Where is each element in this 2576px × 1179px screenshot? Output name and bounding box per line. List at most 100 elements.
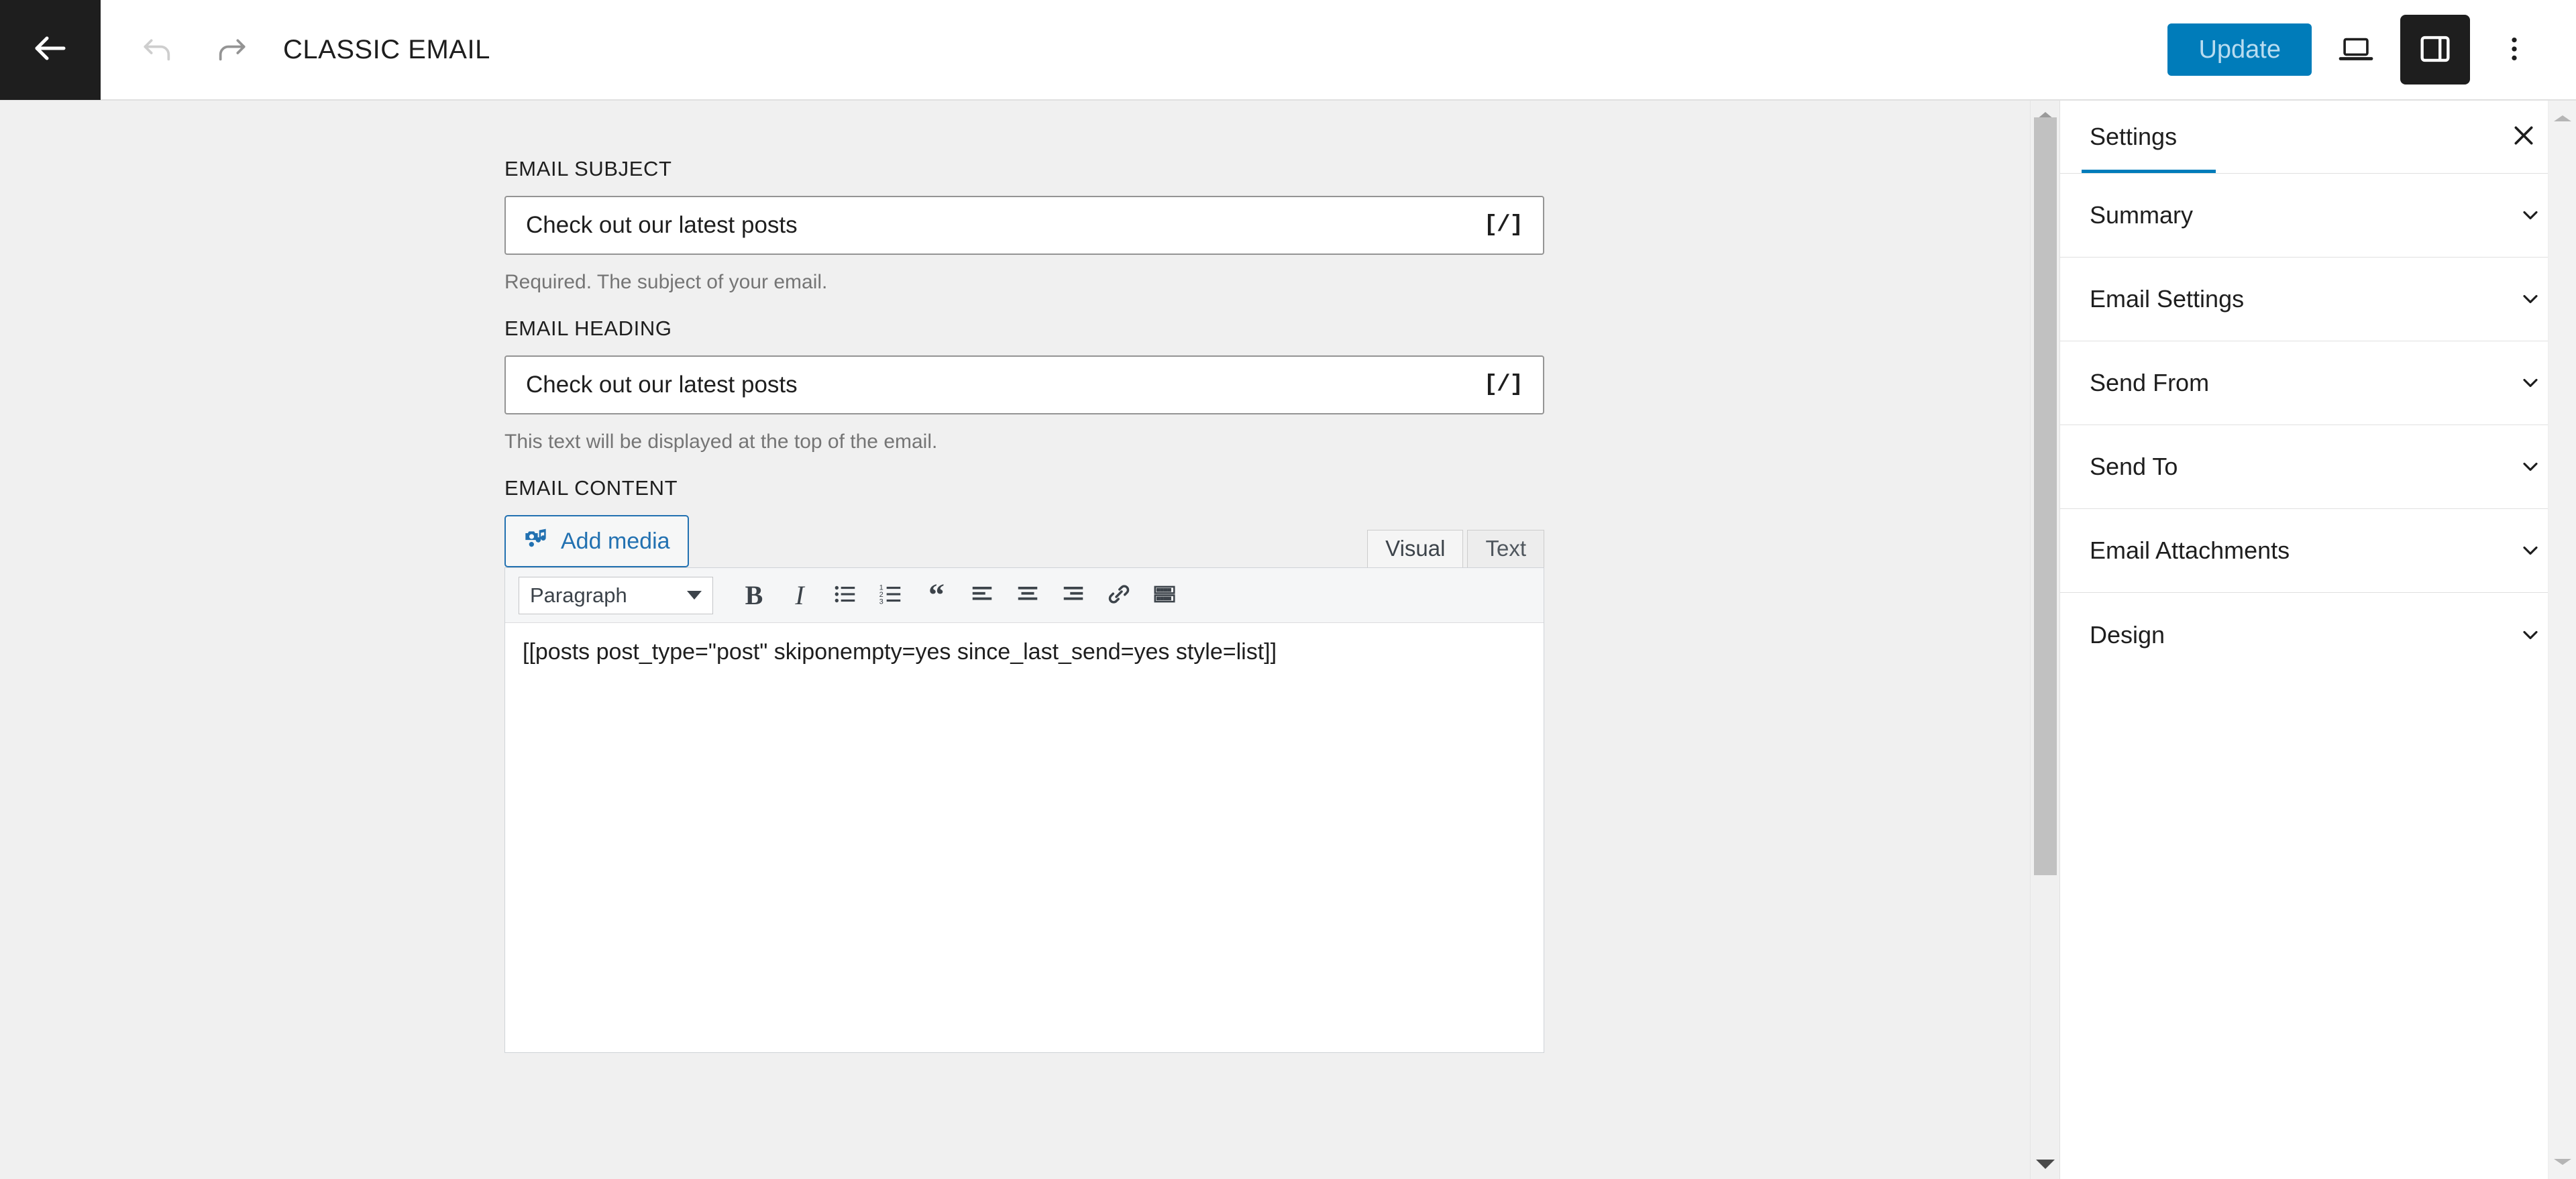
chevron-down-icon bbox=[2516, 620, 2545, 650]
editor-app: CLASSIC EMAIL Update EMAIL SUBJECT Check… bbox=[0, 0, 2576, 1179]
editor-header: CLASSIC EMAIL Update bbox=[0, 0, 2576, 101]
sidebar-section-email-settings[interactable]: Email Settings bbox=[2060, 258, 2576, 341]
insert-link-icon bbox=[1106, 581, 1132, 609]
close-icon bbox=[2510, 122, 2537, 152]
bulleted-list-button[interactable] bbox=[824, 575, 866, 616]
email-subject-value: Check out our latest posts bbox=[526, 212, 798, 238]
update-button[interactable]: Update bbox=[2167, 23, 2312, 76]
email-content-block: EMAIL CONTENT Add media Visual Text Para… bbox=[504, 476, 1544, 1053]
undo-icon bbox=[139, 30, 176, 70]
scroll-up-arrow-icon[interactable] bbox=[2548, 105, 2576, 131]
tab-settings[interactable]: Settings bbox=[2090, 123, 2177, 151]
undo-button[interactable] bbox=[121, 13, 195, 87]
align-left-icon bbox=[969, 581, 995, 609]
insert-link-button[interactable] bbox=[1098, 575, 1140, 616]
scroll-down-arrow-icon[interactable] bbox=[2548, 1148, 2576, 1175]
settings-panel-header: Settings bbox=[2060, 101, 2576, 173]
classic-editor: Paragraph B I 1 2 3 “ [[posts post_type=… bbox=[504, 567, 1544, 1053]
main-editor-region: EMAIL SUBJECT Check out our latest posts… bbox=[0, 101, 2059, 1179]
blockquote-button[interactable]: “ bbox=[916, 575, 957, 616]
italic-icon: I bbox=[795, 579, 804, 610]
bold-button[interactable]: B bbox=[733, 575, 775, 616]
insert-shortcode-icon[interactable]: [/] bbox=[1473, 372, 1523, 398]
media-camera-music-icon bbox=[523, 525, 550, 558]
bulleted-list-icon bbox=[833, 581, 858, 609]
align-center-icon bbox=[1015, 581, 1040, 609]
laptop-preview-icon bbox=[2337, 30, 2375, 70]
editor-scroll-content: EMAIL SUBJECT Check out our latest posts… bbox=[0, 101, 2043, 1053]
close-settings-button[interactable] bbox=[2502, 115, 2545, 158]
blockquote-icon: “ bbox=[928, 577, 945, 613]
email-heading-input[interactable]: Check out our latest posts [/] bbox=[504, 355, 1544, 414]
align-right-button[interactable] bbox=[1053, 575, 1094, 616]
add-media-button[interactable]: Add media bbox=[504, 515, 689, 567]
sidebar-section-email-attachments[interactable]: Email Attachments bbox=[2060, 509, 2576, 593]
email-subject-help-text: Required. The subject of your email. bbox=[504, 271, 828, 293]
more-options-button[interactable] bbox=[2479, 15, 2549, 85]
form-column: EMAIL SUBJECT Check out our latest posts… bbox=[504, 101, 1544, 1053]
redo-button[interactable] bbox=[195, 13, 268, 87]
main-scrollbar[interactable] bbox=[2030, 101, 2059, 1179]
add-media-label: Add media bbox=[561, 528, 670, 554]
main-scrollbar-thumb[interactable] bbox=[2034, 117, 2057, 875]
italic-button[interactable]: I bbox=[779, 575, 820, 616]
scroll-down-arrow-icon[interactable] bbox=[2031, 1149, 2059, 1179]
editor-mode-tabs: Visual Text bbox=[1367, 530, 1544, 567]
editor-shortcode-text: [[posts post_type="post" skiponempty=yes… bbox=[523, 639, 1277, 665]
active-tab-underline bbox=[2082, 170, 2216, 173]
editor-content-area[interactable]: [[posts post_type="post" skiponempty=yes… bbox=[505, 623, 1544, 1052]
chevron-down-icon bbox=[2516, 368, 2545, 398]
email-heading-label: EMAIL HEADING bbox=[504, 317, 672, 340]
chevron-down-icon bbox=[2516, 536, 2545, 565]
insert-shortcode-icon[interactable]: [/] bbox=[1473, 213, 1523, 238]
paragraph-format-select[interactable]: Paragraph bbox=[519, 576, 713, 614]
toolbar-toggle-icon bbox=[1152, 581, 1177, 609]
three-dots-vertical-icon bbox=[2499, 34, 2530, 66]
editor-topbar: Add media Visual Text bbox=[504, 515, 1544, 567]
numbered-list-icon: 1 2 3 bbox=[878, 581, 904, 609]
align-center-button[interactable] bbox=[1007, 575, 1049, 616]
section-label: Email Settings bbox=[2090, 285, 2245, 313]
preview-button[interactable] bbox=[2321, 15, 2391, 85]
chevron-down-icon bbox=[2516, 201, 2545, 230]
email-subject-label: EMAIL SUBJECT bbox=[504, 157, 672, 180]
section-label: Summary bbox=[2090, 201, 2194, 229]
section-label: Design bbox=[2090, 620, 2165, 649]
sidebar-section-send-to[interactable]: Send To bbox=[2060, 425, 2576, 509]
section-label: Email Attachments bbox=[2090, 537, 2290, 564]
chevron-down-icon bbox=[687, 591, 702, 600]
tab-visual[interactable]: Visual bbox=[1367, 530, 1464, 567]
svg-text:3: 3 bbox=[879, 598, 883, 606]
settings-panel-scrollbar[interactable] bbox=[2548, 101, 2576, 1179]
email-heading-value: Check out our latest posts bbox=[526, 372, 798, 398]
sidebar-section-design[interactable]: Design bbox=[2060, 593, 2576, 677]
header-actions: Update bbox=[2167, 15, 2576, 85]
section-label: Send To bbox=[2090, 453, 2178, 480]
sidebar-panel-icon bbox=[2416, 30, 2455, 70]
email-content-label: EMAIL CONTENT bbox=[504, 476, 678, 500]
paragraph-format-value: Paragraph bbox=[530, 583, 627, 607]
sidebar-section-summary[interactable]: Summary bbox=[2060, 174, 2576, 258]
settings-sidebar: Settings Summary Email Settings Send Fro… bbox=[2059, 101, 2576, 1179]
email-heading-help-text: This text will be displayed at the top o… bbox=[504, 431, 938, 453]
redo-icon bbox=[213, 30, 250, 70]
editor-toolbar: Paragraph B I 1 2 3 “ bbox=[505, 568, 1544, 623]
numbered-list-button[interactable]: 1 2 3 bbox=[870, 575, 912, 616]
chevron-down-icon bbox=[2516, 452, 2545, 482]
email-subject-field-group: EMAIL SUBJECT Check out our latest posts… bbox=[504, 157, 1544, 294]
back-button[interactable] bbox=[0, 0, 101, 100]
chevron-down-icon bbox=[2516, 284, 2545, 314]
sidebar-section-send-from[interactable]: Send From bbox=[2060, 341, 2576, 425]
bold-icon: B bbox=[745, 579, 763, 610]
email-heading-field-group: EMAIL HEADING Check out our latest posts… bbox=[504, 317, 1544, 453]
editor-body-area: EMAIL SUBJECT Check out our latest posts… bbox=[0, 101, 2576, 1179]
toolbar-toggle-button[interactable] bbox=[1144, 575, 1185, 616]
align-right-icon bbox=[1061, 581, 1086, 609]
tab-text[interactable]: Text bbox=[1467, 530, 1544, 567]
email-subject-input[interactable]: Check out our latest posts [/] bbox=[504, 196, 1544, 255]
page-title: CLASSIC EMAIL bbox=[283, 34, 490, 64]
align-left-button[interactable] bbox=[961, 575, 1003, 616]
settings-sidebar-toggle-button[interactable] bbox=[2400, 15, 2470, 85]
arrow-left-icon bbox=[30, 28, 70, 72]
section-label: Send From bbox=[2090, 369, 2210, 396]
